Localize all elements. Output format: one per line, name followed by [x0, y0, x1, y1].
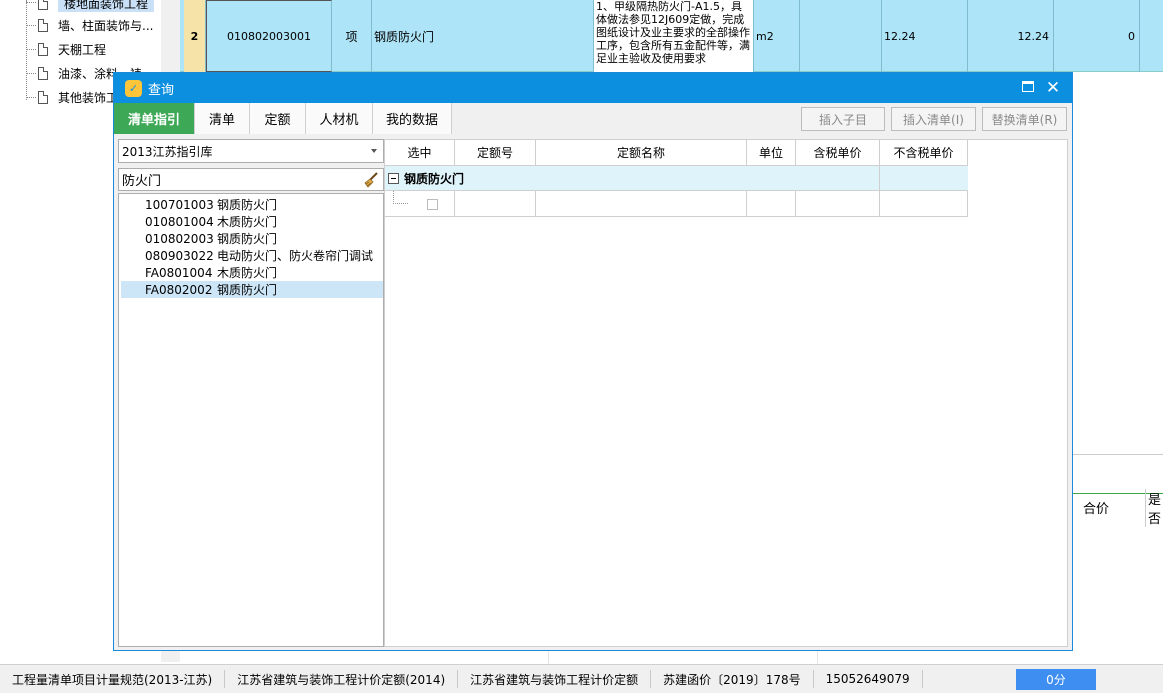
score-badge[interactable]: 0分: [1016, 669, 1096, 690]
list-item-code: FA0802002: [145, 282, 213, 297]
status-quota: 江苏省建筑与装饰工程计价定额(2014): [225, 670, 459, 688]
col-unit[interactable]: 单位: [747, 140, 796, 166]
app-logo-icon: ✓: [125, 79, 142, 97]
tab-list-guide[interactable]: 清单指引: [114, 103, 195, 134]
list-item[interactable]: 080903022 电动防火门、防火卷帘门调试: [121, 247, 383, 264]
row-code[interactable]: 010802003001: [206, 0, 332, 72]
cell-tax-price[interactable]: [796, 191, 880, 217]
tree-connector: [26, 97, 36, 98]
row-index: 2: [184, 0, 206, 72]
list-item[interactable]: 010801004 木质防火门: [121, 213, 383, 230]
tree-item-ceiling[interactable]: 天棚工程: [38, 38, 106, 60]
row-name[interactable]: 钢质防火门: [372, 0, 594, 72]
list-item-code: FA0801004: [145, 265, 213, 280]
cell-quota-name[interactable]: [536, 191, 747, 217]
library-select[interactable]: 2013江苏指引库: [118, 139, 384, 163]
row-description[interactable]: 1、甲级隔热防火门-A1.5，具体做法参见12J609定做，完成图纸设计及业主要…: [594, 0, 754, 72]
row-value[interactable]: 0: [1054, 0, 1140, 72]
list-item-code: 010802003: [145, 231, 214, 246]
cell-unit[interactable]: [747, 191, 796, 217]
row-quantity[interactable]: 12.24: [882, 0, 968, 72]
status-phone: 15052649079: [814, 670, 923, 688]
background-grid-header: 合价 是否: [1073, 488, 1163, 527]
list-item-name: 木质防火门: [217, 266, 278, 280]
row-unit[interactable]: m2: [754, 0, 800, 72]
col-notax-price[interactable]: 不含税单价: [880, 140, 968, 166]
list-item[interactable]: 010802003 钢质防火门: [121, 230, 383, 247]
col-quota-name[interactable]: 定额名称: [536, 140, 747, 166]
background-panel: [1073, 72, 1163, 662]
tree-connector: [26, 49, 36, 50]
status-bar: 工程量清单项目计量规范(2013-江苏) 江苏省建筑与装饰工程计价定额(2014…: [0, 664, 1163, 693]
quota-grid: 选中 定额号 定额名称 单位 含税单价 不含税单价 钢质防火门: [384, 139, 1068, 647]
tree-connector: [26, 25, 36, 26]
list-item-name: 木质防火门: [217, 215, 278, 229]
insert-list-button[interactable]: 插入清单(I): [891, 107, 976, 131]
list-item-name: 钢质防火门: [217, 198, 278, 212]
grid-group-row[interactable]: 钢质防火门: [385, 166, 968, 191]
row-empty-cell[interactable]: [800, 0, 882, 72]
status-doc: 苏建函价〔2019〕178号: [651, 670, 814, 688]
row-type[interactable]: 项: [332, 0, 372, 72]
dialog-tabs: 清单指引 清单 定额 人材机 我的数据: [114, 103, 452, 134]
group-name: 钢质防火门: [404, 171, 465, 186]
status-quota-2: 江苏省建筑与装饰工程计价定额: [458, 670, 652, 688]
result-list[interactable]: 100701003 钢质防火门 010801004 木质防火门 010802003 钢质防…: [118, 193, 384, 647]
list-item-code: 080903022: [145, 248, 214, 263]
tab-labor-material[interactable]: 人材机: [306, 103, 373, 134]
library-select-value: 2013江苏指引库: [122, 144, 213, 159]
broom-icon[interactable]: [362, 171, 380, 189]
tree-item-wall[interactable]: 墙、柱面装饰与...: [38, 14, 153, 36]
document-icon: [38, 90, 48, 104]
dialog-titlebar[interactable]: ✓ 查询 ✕: [114, 73, 1072, 103]
tree-item-floor[interactable]: 楼地面装饰工程: [38, 0, 155, 14]
maximize-icon[interactable]: [1022, 81, 1034, 92]
chevron-down-icon: [371, 149, 377, 153]
list-item[interactable]: FA0802002 钢质防火门: [121, 281, 383, 298]
list-item-name: 钢质防火门: [217, 232, 278, 246]
search-pane: 2013江苏指引库 防火门 100701003 钢质防火门 010801004 木质防…: [118, 139, 384, 647]
search-input[interactable]: 防火门: [118, 168, 384, 191]
tab-my-data[interactable]: 我的数据: [373, 103, 452, 134]
header-total-price: 合价: [1083, 502, 1110, 517]
cell-quota-no[interactable]: [455, 191, 536, 217]
row-quantity-2[interactable]: 12.24: [968, 0, 1054, 72]
document-icon: [38, 18, 48, 32]
close-icon[interactable]: ✕: [1042, 77, 1064, 99]
tree-guide-line: [26, 0, 27, 100]
table-row[interactable]: [385, 191, 968, 217]
cell-selected[interactable]: [385, 191, 455, 217]
document-icon: [38, 42, 48, 56]
list-item-name: 钢质防火门: [217, 283, 278, 297]
status-spec: 工程量清单项目计量规范(2013-江苏): [0, 670, 226, 688]
list-item[interactable]: FA0801004 木质防火门: [121, 264, 383, 281]
cell-notax-price[interactable]: [880, 191, 968, 217]
search-input-value: 防火门: [122, 174, 162, 189]
grid-header: 选中 定额号 定额名称 单位 含税单价 不含税单价: [385, 140, 968, 166]
col-selected[interactable]: 选中: [385, 140, 455, 166]
header-whether: 是否: [1145, 488, 1163, 527]
list-item-code: 100701003: [145, 197, 214, 212]
replace-list-button[interactable]: 替换清单(R): [982, 107, 1067, 131]
list-item-name: 电动防火门、防火卷帘门调试: [217, 249, 374, 263]
list-item[interactable]: 100701003 钢质防火门: [121, 196, 383, 213]
grid-divider: [879, 166, 880, 191]
table-row[interactable]: 2 010802003001 项 钢质防火门 1、甲级隔热防火门-A1.5，具体…: [180, 0, 1163, 72]
tree-guide: [393, 191, 408, 204]
insert-child-button[interactable]: 插入子目: [801, 107, 885, 131]
col-quota-no[interactable]: 定额号: [455, 140, 536, 166]
document-icon: [38, 66, 48, 80]
collapse-icon[interactable]: [388, 172, 399, 184]
query-dialog: ✓ 查询 ✕ 清单指引 清单 定额 人材机 我的数据 插入子目 插入清单(I) …: [113, 72, 1073, 651]
tree-connector: [26, 2, 36, 3]
col-tax-price[interactable]: 含税单价: [796, 140, 880, 166]
tab-list[interactable]: 清单: [195, 103, 250, 134]
row-checkbox[interactable]: [427, 199, 438, 210]
dialog-title: 查询: [148, 82, 175, 98]
document-icon: [38, 0, 48, 10]
divider: [1073, 454, 1163, 455]
tab-quota[interactable]: 定额: [250, 103, 306, 134]
list-item-code: 010801004: [145, 214, 214, 229]
tree-connector: [26, 73, 36, 74]
